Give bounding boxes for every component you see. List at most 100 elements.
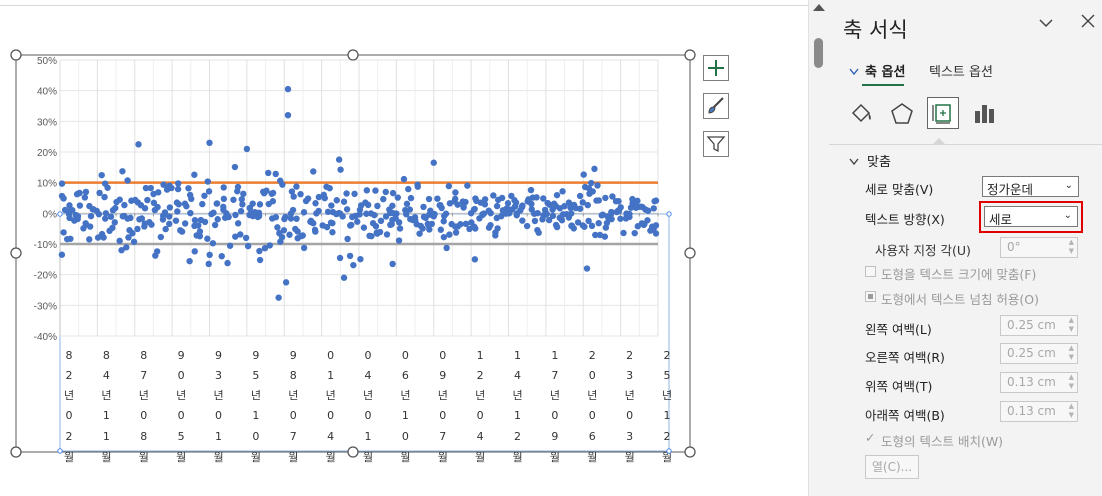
allow-overflow-checkbox[interactable] — [865, 291, 876, 302]
chart-styles-button[interactable] — [703, 93, 729, 119]
scrollbar-thumb[interactable] — [814, 38, 823, 68]
data-point — [239, 201, 246, 208]
right-margin-input[interactable]: 0.25 cm ▲ ▼ — [1000, 343, 1078, 364]
data-point — [107, 213, 115, 220]
x-tick-char: 4 — [327, 430, 334, 443]
close-icon[interactable] — [1081, 12, 1095, 33]
x-tick-char: 0 — [252, 430, 259, 443]
axis-options-tab[interactable] — [969, 98, 1001, 130]
columns-button[interactable]: 열(C)... — [865, 455, 919, 479]
x-tick-char: 월 — [363, 451, 373, 464]
data-point — [650, 205, 657, 212]
bar-chart-icon — [975, 105, 994, 123]
x-tick-char: 0 — [66, 409, 73, 422]
data-point — [242, 234, 250, 242]
data-point — [201, 218, 209, 226]
data-point — [552, 221, 560, 229]
data-point — [205, 188, 213, 195]
data-point — [470, 206, 478, 213]
data-point — [395, 237, 403, 244]
x-tick-char: 8 — [103, 349, 110, 362]
data-point — [86, 236, 93, 243]
text-direction-select[interactable]: 세로 ⌄ — [984, 206, 1078, 227]
tab-axis-options[interactable]: 축 옵션 — [849, 61, 905, 80]
worksheet-area[interactable]: 50% 40% 30% 20% 10% 0% -10% -20% -30% -40% 8 2 년 0 2 월… — [0, 0, 808, 496]
data-point — [293, 215, 300, 222]
x-tick-char: 년 — [475, 389, 485, 402]
data-point — [589, 188, 596, 195]
left-margin-input[interactable]: 0.25 cm ▲ ▼ — [1000, 315, 1078, 336]
x-tick-char: 1 — [477, 349, 484, 362]
data-point — [437, 226, 444, 233]
x-tick-char: 2 — [664, 349, 671, 362]
data-point — [531, 217, 539, 225]
bottom-margin-input[interactable]: 0.13 cm ▲ ▼ — [1000, 401, 1078, 422]
x-tick-char: 5 — [252, 369, 259, 382]
data-point — [58, 251, 66, 258]
data-point — [337, 166, 344, 173]
vertical-scrollbar[interactable] — [808, 0, 829, 496]
resize-shape-checkbox[interactable] — [865, 266, 876, 277]
data-point — [166, 220, 173, 228]
section-alignment[interactable]: 맞춤 — [849, 151, 891, 170]
data-point — [336, 254, 344, 262]
top-margin-input[interactable]: 0.13 cm ▲ ▼ — [1000, 372, 1078, 393]
data-point — [523, 222, 531, 230]
data-point — [279, 181, 286, 188]
x-tick-char: 년 — [363, 389, 373, 402]
data-point — [389, 189, 397, 197]
text-direction-value: 세로 — [989, 212, 1013, 227]
x-tick-char: 0 — [589, 369, 596, 382]
plus-icon — [708, 60, 724, 76]
spinner-icon: ▲ ▼ — [1068, 238, 1074, 255]
data-point — [274, 224, 281, 231]
data-point — [434, 195, 441, 202]
data-point — [380, 195, 387, 203]
data-point — [297, 190, 304, 198]
spinner-icon: ▲ ▼ — [1068, 373, 1074, 390]
data-point — [407, 194, 415, 202]
text-direction-label: 텍스트 방향(X) — [865, 212, 945, 227]
scroll-up-icon[interactable] — [813, 4, 825, 11]
data-point — [438, 204, 445, 212]
data-point — [155, 189, 162, 196]
tab-text-options[interactable]: 텍스트 옵션 — [929, 61, 993, 80]
x-tick-char: 3 — [215, 369, 222, 382]
custom-angle-input[interactable]: 0° ▲ ▼ — [1000, 237, 1078, 258]
wrap-text-checkmark-icon[interactable]: ✓ — [865, 430, 875, 445]
x-tick-char: 년 — [101, 389, 111, 402]
y-tick-label: 40% — [37, 87, 57, 98]
data-point — [134, 225, 141, 233]
x-tick-char: 월 — [625, 451, 635, 464]
data-point — [206, 139, 213, 146]
data-point — [343, 206, 351, 213]
x-tick-char: 년 — [625, 389, 635, 402]
x-tick-char: 8 — [140, 349, 147, 362]
data-point — [487, 209, 494, 217]
x-tick-char: 월 — [139, 451, 149, 464]
data-point — [269, 198, 277, 205]
x-tick-char: 0 — [215, 409, 222, 422]
data-point — [256, 247, 263, 255]
y-tick-label: -20% — [34, 271, 57, 282]
scatter-chart[interactable]: 50% 40% 30% 20% 10% 0% -10% -20% -30% -40% 8 2 년 0 2 월… — [0, 0, 808, 496]
y-tick-label: 10% — [37, 179, 57, 190]
x-tick-char: 8 — [290, 369, 297, 382]
data-point — [204, 235, 211, 242]
chart-elements-button[interactable] — [703, 55, 729, 81]
chart-filters-button[interactable] — [703, 131, 729, 157]
fill-line-tab[interactable] — [845, 98, 877, 130]
size-properties-tab[interactable] — [927, 97, 959, 129]
data-point — [350, 261, 357, 269]
data-point — [420, 203, 427, 211]
vertical-alignment-select[interactable]: 정가운데 ⌄ — [982, 176, 1079, 197]
x-tick-char: 0 — [402, 430, 409, 443]
effects-tab[interactable] — [886, 98, 918, 130]
chevron-down-icon[interactable] — [1039, 14, 1053, 35]
x-tick-char: 월 — [101, 451, 111, 464]
x-tick-char: 9 — [252, 349, 259, 362]
data-point — [333, 197, 340, 204]
x-tick-char: 년 — [288, 389, 298, 402]
x-tick-char: 2 — [477, 369, 484, 382]
resize-handle — [10, 247, 22, 259]
